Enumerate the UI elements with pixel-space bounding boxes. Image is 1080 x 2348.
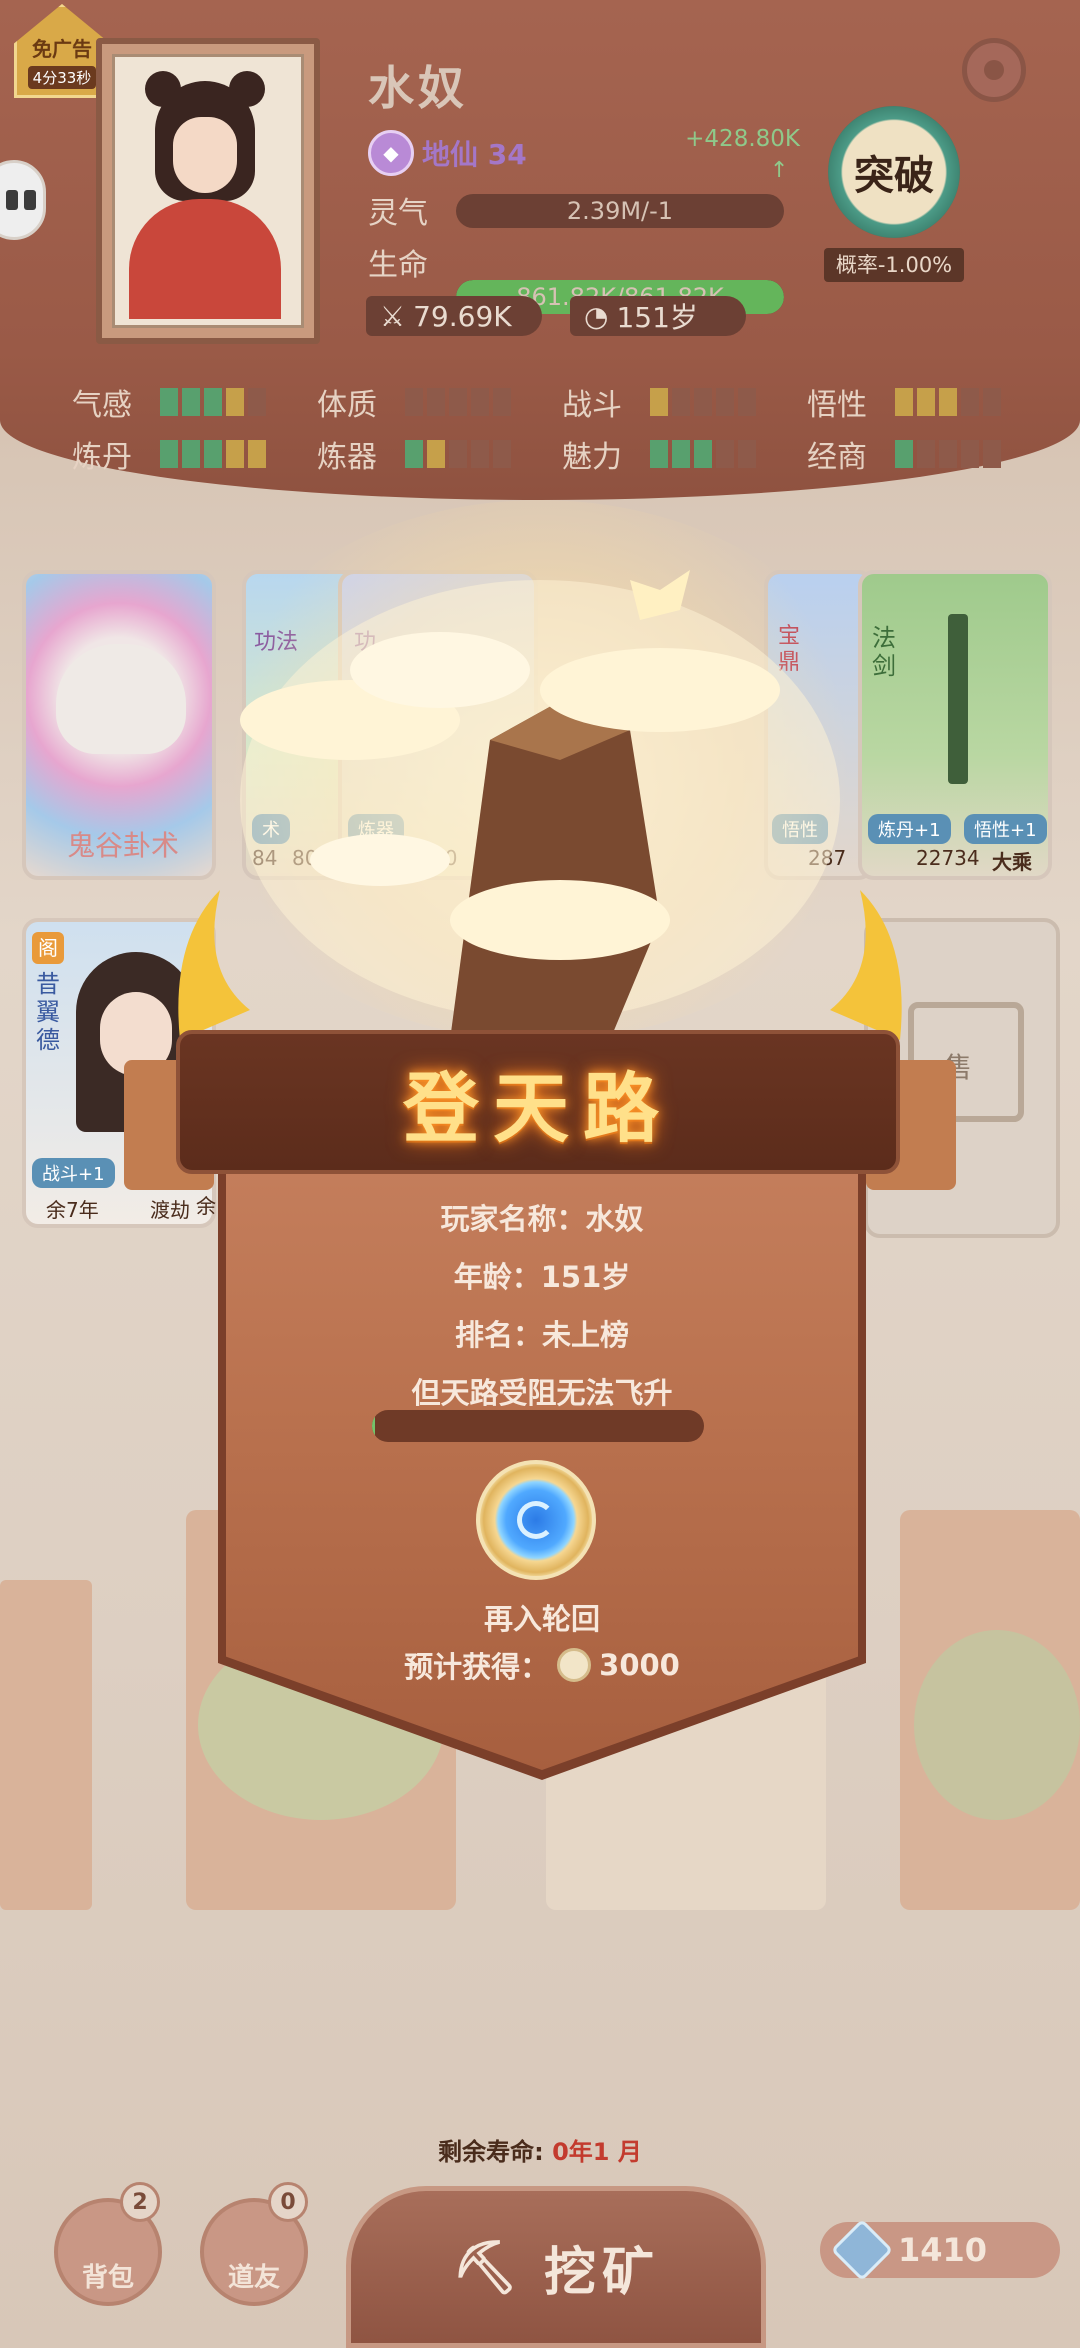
attribute-3: 悟性: [807, 380, 1052, 424]
sword-icon: ⚔: [380, 299, 406, 333]
spirit-coin-icon: [557, 1648, 592, 1682]
attribute-level: [405, 388, 511, 416]
bag-count-badge: 2: [120, 2182, 160, 2222]
attribute-name: 炼丹: [72, 440, 132, 475]
avatar-image: [112, 54, 304, 328]
player-name: 水奴: [368, 61, 468, 115]
attribute-name: 体质: [317, 388, 377, 423]
breakthrough-label: 突破: [854, 153, 934, 199]
up-arrow-icon: ↑: [770, 158, 789, 183]
mine-button[interactable]: ⛏ 挖矿: [346, 2186, 766, 2348]
card-fajian-rank: 大乘: [992, 850, 1032, 874]
attribute-level: [160, 388, 266, 416]
attribute-level: [650, 440, 756, 468]
attribute-level: [405, 440, 511, 468]
breakthrough-button[interactable]: 突破: [828, 106, 960, 238]
reincarnate-button[interactable]: [476, 1460, 596, 1580]
age-value: 151岁: [616, 301, 698, 334]
lifespan-label: 剩余寿命:: [438, 2138, 544, 2166]
attribute-6: 魅力: [562, 432, 807, 476]
attribute-name: 气感: [72, 388, 132, 423]
tianlu-illustration: [178, 570, 902, 1040]
card-npc-1-name: 昔翼德: [36, 970, 60, 1054]
life-label: 生命: [368, 248, 428, 283]
card-npc-1-badge: 阁: [32, 932, 64, 964]
breakthrough-probability: 概率-1.00%: [824, 248, 964, 282]
avatar[interactable]: [96, 38, 320, 344]
attribute-level: [160, 440, 266, 468]
attribute-7: 经商: [807, 432, 1052, 476]
lifespan-row: 剩余寿命: 0年1 月: [0, 2132, 1080, 2167]
qi-bar: 2.39M/-1: [456, 194, 784, 228]
attribute-grid: 气感 体质 战斗 悟性炼丹 炼器 魅力 经商: [72, 380, 1032, 476]
realm-icon: ◆: [368, 130, 414, 176]
reward-label: 预计获得：: [404, 1650, 550, 1684]
modal-player-name: 玩家名称：水奴: [440, 1202, 644, 1236]
card-fajian-power: 22734: [916, 846, 980, 870]
modal-title-banner: 登天路: [176, 1030, 900, 1174]
bg-card-ore: [900, 1510, 1080, 1910]
attribute-2: 战斗: [562, 380, 807, 424]
realm-info: ◆ 地仙 34: [368, 130, 527, 176]
bg-card-left: [0, 1580, 92, 1910]
modal-age: 年龄：151岁: [453, 1260, 631, 1294]
age-pill: ◔ 151岁: [570, 296, 746, 336]
qi-label: 灵气: [368, 196, 428, 231]
modal-title: 登天路: [403, 1064, 673, 1153]
attribute-level: [650, 388, 756, 416]
attribute-name: 魅力: [562, 440, 622, 475]
power-value: 79.69K: [413, 299, 512, 333]
gem-counter[interactable]: 1410: [820, 2218, 1060, 2282]
gem-value: 1410: [898, 2231, 988, 2269]
attribute-name: 经商: [807, 440, 867, 475]
attribute-name: 炼器: [317, 440, 377, 475]
card-npc-1-remain: 余7年: [46, 1198, 99, 1222]
friends-count-badge: 0: [268, 2182, 308, 2222]
qi-gain: +428.80K: [685, 126, 800, 152]
lifespan-value: 0年1 月: [552, 2138, 642, 2166]
attribute-level: [895, 388, 1001, 416]
age-icon: ◔: [584, 299, 609, 333]
attribute-1: 体质: [317, 380, 562, 424]
reincarnate-label: 再入轮回: [483, 1602, 600, 1636]
remove-ads-timer: 4分33秒: [27, 66, 97, 89]
attribute-name: 悟性: [807, 388, 867, 423]
reward-row: 预计获得： 3000: [226, 1644, 858, 1686]
reward-value: 3000: [599, 1648, 680, 1682]
modal-progress-bar: [372, 1410, 704, 1442]
sword-icon: [948, 614, 968, 784]
card-npc-1-status: 渡劫: [150, 1198, 190, 1222]
modal-status: 但天路受阻无法飞升: [411, 1376, 673, 1410]
power-pill: ⚔ 79.69K: [366, 296, 542, 336]
attribute-level: [895, 440, 1001, 468]
friends-label: 道友: [227, 2263, 280, 2293]
gear-icon[interactable]: [962, 38, 1026, 102]
remove-ads-label: 免广告: [32, 37, 92, 61]
attribute-name: 战斗: [562, 388, 622, 423]
attribute-0: 气感: [72, 380, 317, 424]
realm-text: 地仙 34: [422, 138, 527, 171]
pickaxe-icon: ⛏: [451, 2237, 524, 2298]
gem-icon: [830, 2218, 894, 2282]
qi-value: 2.39M/-1: [566, 197, 674, 225]
attribute-4: 炼丹: [72, 432, 317, 476]
modal-rank: 排名：未上榜: [454, 1318, 629, 1352]
card-npc-1-tag: 战斗+1: [32, 1158, 115, 1188]
card-fajian-tag-2: 悟性+1: [964, 814, 1047, 844]
mine-label: 挖矿: [544, 2242, 661, 2303]
attribute-5: 炼器: [317, 432, 562, 476]
bag-label: 背包: [81, 2263, 134, 2293]
